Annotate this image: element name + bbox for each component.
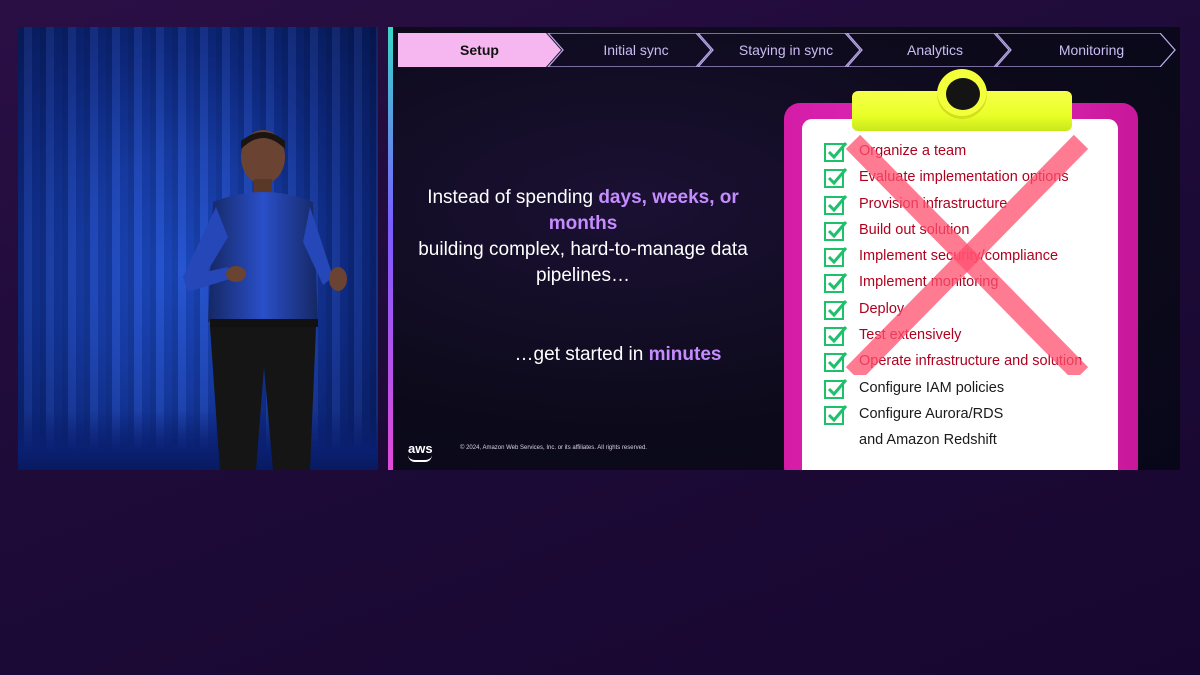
checklist-item-label-line2: and Amazon Redshift: [859, 431, 997, 448]
step-label-analytics: Analytics: [906, 42, 964, 58]
step-label-initial-sync: Initial sync: [603, 42, 669, 58]
speaker-figure: [183, 130, 347, 470]
subline-part1: …get started in: [514, 344, 649, 365]
aws-smile-icon: [408, 455, 432, 462]
slide-accent-bar: [388, 27, 393, 470]
subline-highlight: minutes: [648, 344, 722, 365]
checklist-item: Configure IAM policies: [824, 377, 1124, 403]
presentation-slide: Setup Initial sync Staying in sync Analy…: [388, 27, 1180, 470]
step-label-staying-in-sync: Staying in sync: [738, 42, 834, 58]
copyright-notice: © 2024, Amazon Web Services, Inc. or its…: [460, 445, 647, 451]
checklist-item-label: Configure IAM policies: [859, 379, 1005, 396]
aws-logo-text: aws: [408, 441, 433, 456]
speaker-video-panel: [18, 27, 378, 470]
headline-part1: Instead of spending: [427, 187, 599, 208]
slide-subline: …get started in minutes: [418, 344, 818, 366]
headline-part2: building complex, hard-to-manage data pi…: [418, 239, 748, 286]
checklist-item: Configure Aurora/RDS and Amazon Redshift: [824, 403, 1124, 448]
checkbox-checked-icon: [824, 378, 848, 399]
checklist-item-label: Configure Aurora/RDS: [859, 405, 1004, 422]
clipboard-clip-hole: [946, 78, 980, 110]
step-label-monitoring: Monitoring: [1058, 42, 1125, 58]
progress-steps: Setup Initial sync Staying in sync Analy…: [398, 33, 1178, 67]
cross-out-x-icon: [845, 135, 1089, 375]
aws-logo: aws: [408, 441, 433, 462]
slide-headline: Instead of spending days, weeks, or mont…: [418, 185, 748, 289]
step-label-setup: Setup: [460, 42, 499, 58]
checkbox-checked-icon: [824, 404, 848, 425]
